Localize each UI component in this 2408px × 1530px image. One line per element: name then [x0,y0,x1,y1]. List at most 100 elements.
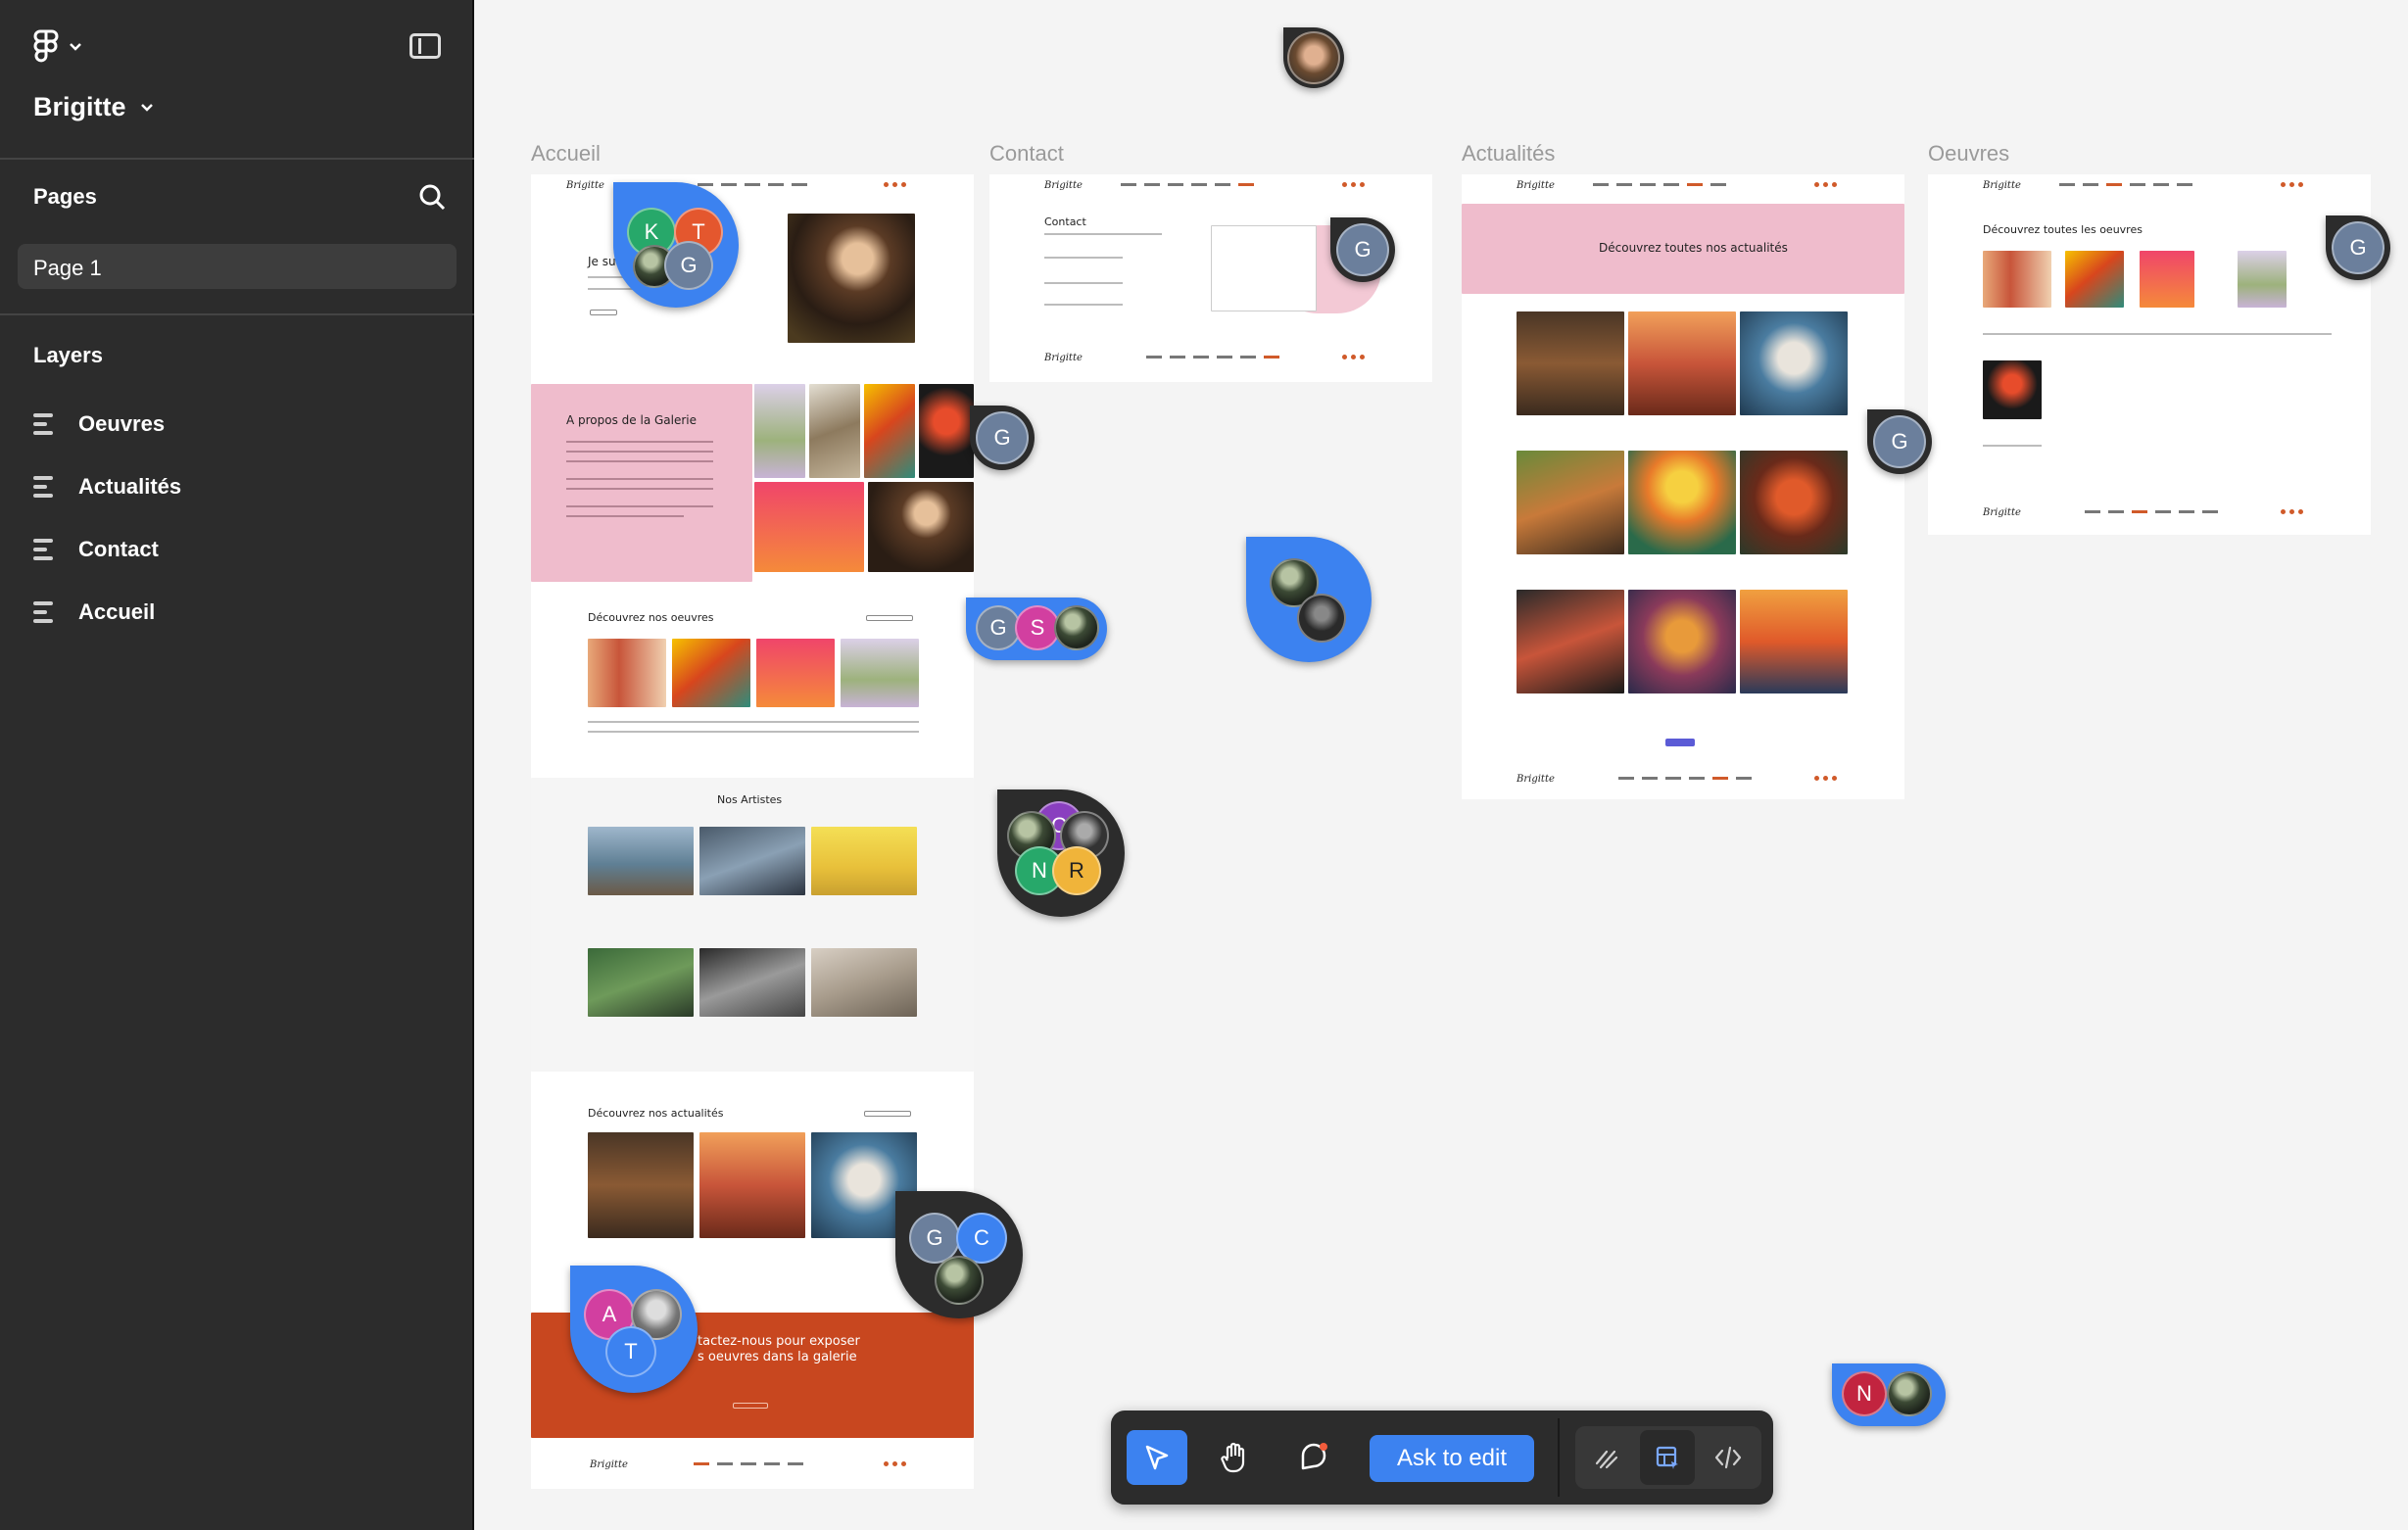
gallery-image [754,384,805,478]
page-item-page-1[interactable]: Page 1 [18,244,457,289]
news-image [1740,451,1848,554]
collaborator-group-cursor[interactable]: C N R [997,789,1125,917]
draw-mode-button[interactable] [1579,1430,1634,1485]
divider [0,313,474,315]
text-line [588,731,919,733]
avatar: T [605,1326,656,1377]
collaborator-cursor[interactable]: G [970,406,1035,470]
artist-photo [699,827,805,895]
mini-navbar: Brigitte [1462,174,1904,200]
news-image [1517,590,1624,693]
artwork-thumb [588,639,666,707]
layer-oeuvres[interactable]: Oeuvres [33,411,165,437]
see-more-button [866,615,913,621]
avatar: G [1873,415,1926,468]
frame-label-actualites[interactable]: Actualités [1462,141,1555,167]
collaborator-cursor[interactable] [1283,27,1344,88]
artist-photo [811,827,917,895]
cta-button [733,1403,768,1409]
file-name-menu[interactable]: Brigitte [33,92,154,122]
chevron-down-icon [140,103,153,112]
artist-photo [588,948,694,1017]
footer-links [694,1462,803,1465]
news-image [1628,451,1736,554]
load-more-button [1665,739,1695,746]
collaborator-group-cursor[interactable] [1246,537,1372,662]
collaborator-cursor[interactable]: G [1330,217,1395,282]
frame-actualites[interactable]: Brigitte Découvrez toutes nos actualités… [1462,174,1904,799]
collaborator-group-cursor[interactable]: A T [570,1266,698,1393]
mini-navbar: Brigitte [531,174,974,200]
gallery-image [754,482,864,572]
ask-to-edit-button[interactable]: Ask to edit [1370,1435,1534,1482]
layer-label: Contact [78,537,159,561]
cursor-arrow-icon [1145,1445,1169,1470]
file-name: Brigitte [33,92,126,121]
social-icons [1814,182,1837,187]
collaborator-group-cursor[interactable]: G S [966,598,1107,660]
brand-logo: Brigitte [1044,353,1083,363]
collaborator-group-cursor[interactable]: N [1832,1363,1946,1426]
divider [0,158,474,160]
artwork-thumb [2065,251,2124,308]
cta-line-2: s oeuvres dans la galerie [698,1350,857,1364]
artwork-thumb [841,639,919,707]
mini-navbar: Brigitte [989,174,1432,200]
collaborator-group-cursor[interactable]: G C [895,1191,1023,1318]
artist-photo [811,948,917,1017]
text-line [1044,304,1123,306]
layer-accueil[interactable]: Accueil [33,599,155,625]
footer-links [1146,356,1279,359]
frame-label-oeuvres[interactable]: Oeuvres [1928,141,2009,167]
pages-heading: Pages [33,184,97,209]
artist-photo [588,827,694,895]
move-tool-button[interactable] [1127,1430,1187,1485]
news-banner-title: Découvrez toutes nos actualités [1599,241,1788,255]
news-image [699,1132,805,1238]
layer-contact[interactable]: Contact [33,537,159,562]
frame-oeuvres[interactable]: Brigitte Découvrez toutes les oeuvres Br… [1928,174,2371,535]
brand-logo: Brigitte [1517,180,1555,191]
avatar [1054,605,1099,650]
mini-footer: Brigitte [1928,502,2371,527]
main-menu-button[interactable] [33,29,82,65]
comment-icon [1301,1443,1327,1470]
hero-text: Je su [588,255,616,268]
frame-label-contact[interactable]: Contact [989,141,1064,167]
news-image [1740,590,1848,693]
layer-actualites[interactable]: Actualités [33,474,181,500]
code-icon [1714,1446,1742,1469]
figma-logo-icon [33,29,59,63]
text-line [566,460,713,462]
comment-tool-button[interactable] [1283,1430,1344,1485]
design-mode-button[interactable] [1640,1430,1695,1485]
design-canvas[interactable]: Accueil Contact Actualités Oeuvres Brigi… [476,0,2408,1530]
frame-label-accueil[interactable]: Accueil [531,141,601,167]
brand-logo: Brigitte [1517,774,1555,785]
social-icons [884,1461,906,1466]
nav-links [1121,183,1254,186]
text-line [566,505,713,507]
draw-icon [1595,1450,1618,1469]
dev-mode-button[interactable] [1701,1430,1756,1485]
text-line [566,478,713,480]
hand-tool-button[interactable] [1205,1430,1266,1485]
contact-form [1211,225,1317,311]
news-image [1517,311,1624,415]
bottom-toolbar: Ask to edit [1111,1410,1773,1505]
avatar: G [664,241,713,290]
search-icon[interactable] [417,182,447,212]
text-line [1044,282,1123,284]
toggle-sidebar-button[interactable] [409,33,441,59]
mini-navbar: Brigitte [1928,174,2371,200]
social-icons [1342,182,1365,187]
brand-logo: Brigitte [1044,180,1083,191]
gallery-image [864,384,915,478]
text-line [566,515,684,517]
collaborator-cursor[interactable]: G [1867,409,1932,474]
collaborator-group-cursor[interactable]: K T G [613,182,739,308]
layers-heading: Layers [33,343,103,367]
artists-section-title: Nos Artistes [717,793,783,806]
collaborator-cursor[interactable]: G [2326,215,2390,280]
cta-line-1: tactez-nous pour exposer [698,1334,860,1349]
